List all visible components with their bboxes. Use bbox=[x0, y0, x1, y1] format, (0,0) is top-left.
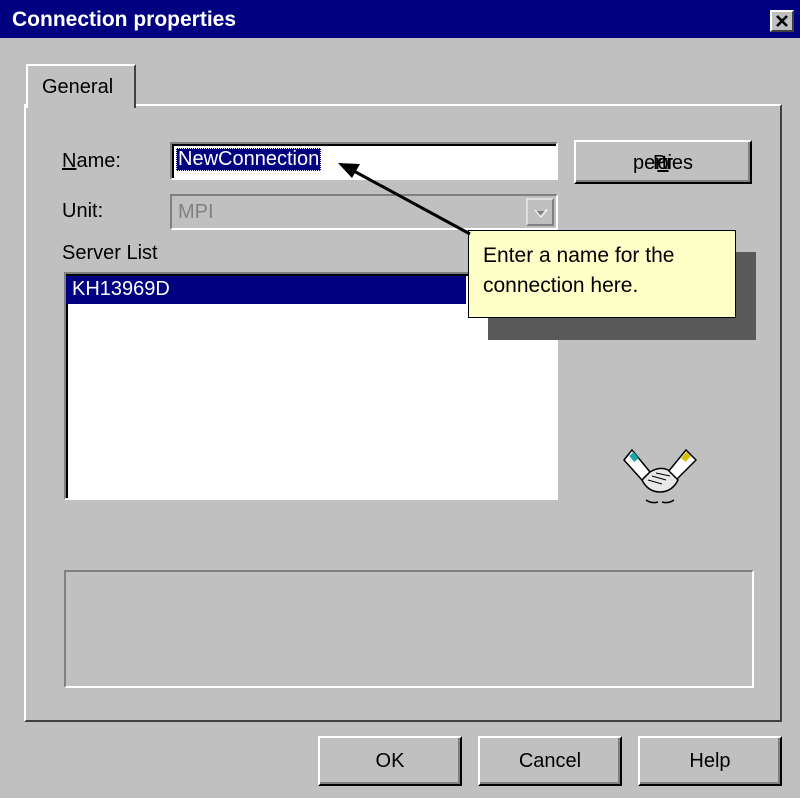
title-bar: Connection properties bbox=[0, 0, 800, 40]
ok-button[interactable]: OK bbox=[318, 736, 462, 786]
help-callout-text: Enter a name for the connection here. bbox=[483, 244, 675, 297]
unit-select-value: MPI bbox=[178, 201, 214, 223]
name-label: Name: bbox=[62, 150, 121, 172]
name-input[interactable]: NewConnection bbox=[170, 142, 558, 180]
window-title: Connection properties bbox=[12, 8, 237, 31]
properties-button[interactable]: Pr o perties bbox=[574, 140, 752, 184]
close-button[interactable] bbox=[770, 10, 794, 32]
handshake-icon bbox=[623, 448, 698, 504]
unit-select: MPI bbox=[170, 194, 558, 230]
server-list-item[interactable]: KH13969D bbox=[66, 276, 466, 304]
name-input-value: NewConnection bbox=[176, 148, 322, 171]
chevron-down-icon bbox=[533, 209, 549, 218]
unit-label: Unit: bbox=[62, 200, 104, 222]
info-panel bbox=[64, 570, 754, 688]
help-callout: Enter a name for the connection here. bbox=[468, 230, 736, 318]
cancel-button[interactable]: Cancel bbox=[478, 736, 622, 786]
server-list-label: Server List bbox=[62, 242, 158, 264]
close-icon bbox=[776, 15, 788, 27]
tab-general-label: General bbox=[42, 76, 114, 98]
help-button[interactable]: Help bbox=[638, 736, 782, 786]
tab-general[interactable]: General bbox=[26, 64, 136, 108]
unit-dropdown-button bbox=[526, 198, 554, 226]
